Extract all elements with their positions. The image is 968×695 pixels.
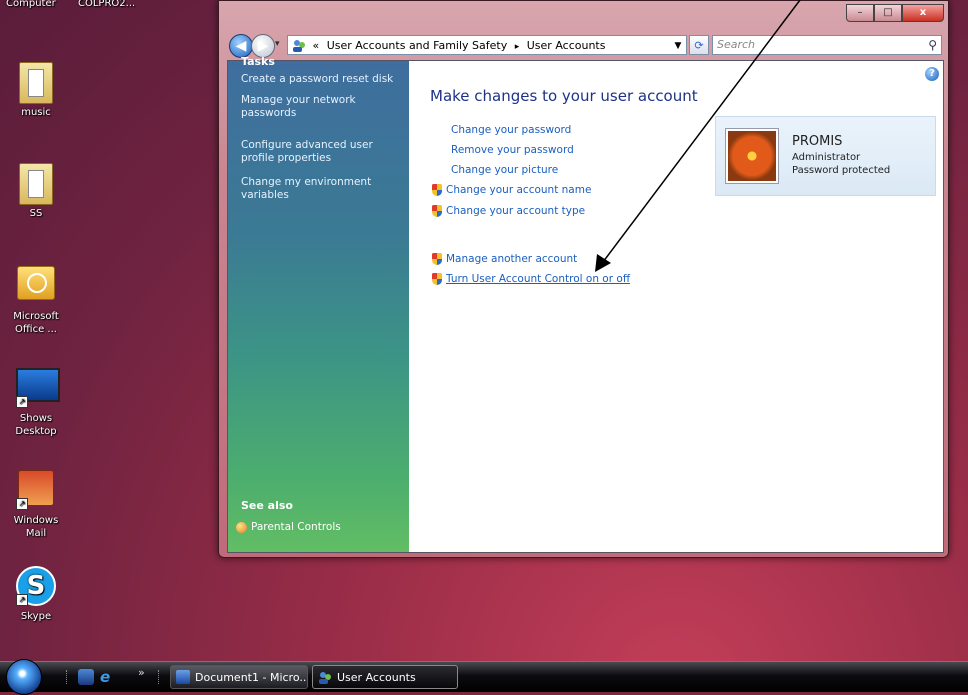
uac-shield-icon	[432, 205, 442, 217]
folder-icon	[16, 163, 56, 205]
desktop-icon-label: Shows Desktop	[15, 413, 57, 437]
user-role: Administrator	[792, 152, 861, 163]
back-arrow-icon: ◀	[235, 38, 247, 54]
folder-icon	[16, 62, 56, 104]
change-account-type-link[interactable]: Change your account type	[432, 205, 585, 217]
desktop-icon-label: music	[21, 107, 51, 118]
desktop-icon-label: Windows Mail	[13, 515, 59, 539]
user-accounts-icon	[292, 39, 306, 53]
desktop-label-computer[interactable]: Computer	[6, 0, 56, 9]
turn-uac-on-off-link[interactable]: Turn User Account Control on or off	[432, 273, 630, 285]
taskbar-button-label: Document1 - Micro...	[195, 671, 308, 684]
show-desktop-icon[interactable]	[78, 669, 94, 685]
taskbar-grip[interactable]	[66, 670, 71, 684]
parental-controls-icon	[236, 521, 247, 533]
manage-another-account-link[interactable]: Manage another account	[432, 253, 577, 265]
change-password-link[interactable]: Change your password	[451, 124, 571, 136]
desktop-label-colpro[interactable]: COLPRO2...	[78, 0, 135, 9]
shortcut-arrow-icon: ↗	[16, 594, 28, 606]
manage-another-account-label: Manage another account	[446, 253, 578, 265]
task-link-manage-network-passwords[interactable]: Manage your network passwords	[241, 94, 381, 120]
skype-icon: S ↗	[16, 566, 56, 606]
breadcrumb-user-accounts-family-safety[interactable]: User Accounts and Family Safety	[327, 39, 507, 52]
page-title: Make changes to your user account	[430, 87, 698, 105]
taskbar-grip[interactable]	[158, 670, 163, 684]
user-name: PROMIS	[792, 134, 843, 149]
shortcut-arrow-icon: ↗	[16, 498, 28, 510]
see-also-heading: See also	[241, 499, 293, 512]
taskbar-button-document1[interactable]: Document1 - Micro...	[170, 665, 308, 689]
maximize-button[interactable]: □	[874, 4, 902, 22]
remove-password-link[interactable]: Remove your password	[451, 144, 574, 156]
search-icon[interactable]: ⚲	[928, 36, 937, 54]
desktop-icon-label: Skype	[20, 611, 52, 622]
desktop-icon-microsoft-office[interactable]: Microsoft Office ...	[6, 262, 66, 336]
forward-arrow-icon: ▶	[257, 38, 269, 54]
desktop-icon-label: Microsoft Office ...	[13, 311, 59, 335]
change-account-name-label: Change your account name	[446, 184, 592, 196]
address-dropdown-icon[interactable]: ▼	[670, 36, 686, 54]
desktop-icon-shows-desktop[interactable]: ↗ Shows Desktop	[6, 364, 66, 438]
user-accounts-icon	[318, 670, 332, 684]
help-icon[interactable]: ?	[925, 67, 939, 81]
taskbar-button-label: User Accounts	[337, 671, 416, 684]
search-placeholder: Search	[717, 38, 756, 51]
desktop-icon-label: SS	[29, 208, 43, 219]
desktop-icon-skype[interactable]: S ↗ Skype	[6, 566, 66, 623]
turn-uac-on-off-label: Turn User Account Control on or off	[446, 273, 631, 285]
change-account-name-link[interactable]: Change your account name	[432, 184, 591, 196]
minimize-button[interactable]: –	[846, 4, 874, 22]
outlook-icon	[16, 266, 56, 306]
taskbar-button-user-accounts[interactable]: User Accounts	[312, 665, 458, 689]
start-button-windows-logo-icon[interactable]	[6, 659, 42, 695]
address-overflow[interactable]: «	[313, 39, 320, 52]
user-password-status: Password protected	[792, 165, 891, 176]
uac-shield-icon	[432, 184, 442, 196]
user-avatar-flower[interactable]	[726, 129, 778, 183]
desktop-icon-music[interactable]: music	[6, 62, 66, 119]
task-link-create-reset-disk[interactable]: Create a password reset disk	[241, 73, 401, 86]
uac-shield-icon	[432, 273, 442, 285]
monitor-icon: ↗	[16, 368, 60, 408]
uac-shield-icon	[432, 253, 442, 265]
parental-controls-link[interactable]: Parental Controls	[236, 521, 341, 533]
parental-controls-label: Parental Controls	[251, 521, 341, 533]
tasks-heading: Tasks	[241, 55, 275, 68]
address-bar[interactable]: « User Accounts and Family Safety ▸ User…	[287, 35, 687, 55]
breadcrumb-separator-icon[interactable]: ▸	[515, 42, 520, 52]
mail-icon: ↗	[16, 470, 56, 510]
window-controls: – □ x	[846, 4, 944, 22]
change-picture-link[interactable]: Change your picture	[451, 164, 558, 176]
user-account-card: PROMIS Administrator Password protected	[715, 116, 936, 196]
breadcrumb-user-accounts[interactable]: User Accounts	[527, 39, 606, 52]
change-account-type-label: Change your account type	[446, 205, 586, 217]
search-input[interactable]: Search ⚲	[712, 35, 942, 55]
task-link-environment-variables[interactable]: Change my environment variables	[241, 176, 381, 202]
quick-launch-overflow[interactable]: »	[138, 666, 145, 679]
shortcut-arrow-icon: ↗	[16, 396, 28, 408]
recent-pages-dropdown[interactable]: ▾	[275, 39, 280, 49]
desktop-icon-ss[interactable]: SS	[6, 163, 66, 220]
refresh-icon: ⟳	[694, 39, 704, 52]
word-document-icon	[176, 670, 190, 684]
taskbar: e » Document1 - Micro... User Accounts	[0, 659, 968, 695]
desktop-icon-windows-mail[interactable]: ↗ Windows Mail	[6, 468, 66, 540]
close-button[interactable]: x	[902, 4, 944, 22]
refresh-button[interactable]: ⟳	[689, 35, 709, 55]
task-pane: Tasks Create a password reset disk Manag…	[228, 55, 409, 552]
control-panel-content: Tasks Create a password reset disk Manag…	[227, 55, 944, 553]
navigation-bar: ◀ ▶ ▾ « User Accounts and Family Safety …	[227, 34, 942, 58]
task-link-advanced-profile[interactable]: Configure advanced user profile properti…	[241, 139, 381, 165]
internet-explorer-icon[interactable]: e	[100, 669, 116, 685]
user-accounts-window: – □ x ◀ ▶ ▾ « User Accounts and Family S…	[218, 0, 949, 558]
